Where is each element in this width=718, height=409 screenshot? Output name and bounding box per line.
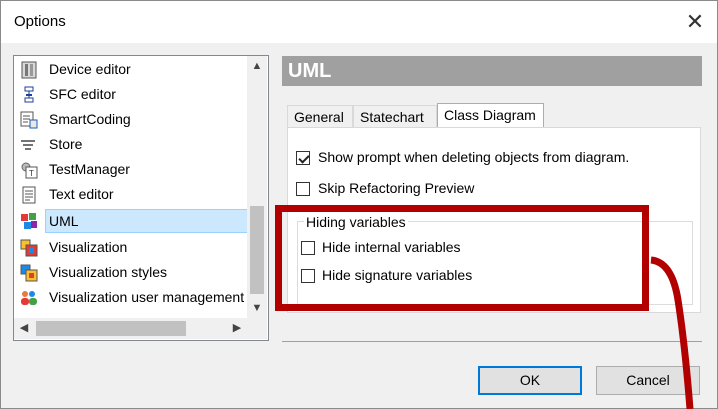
annotation-arrow	[650, 256, 694, 409]
